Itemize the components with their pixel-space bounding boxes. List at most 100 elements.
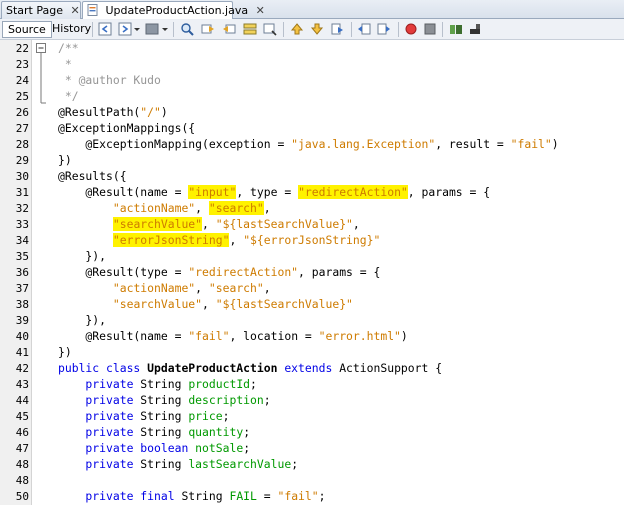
code-token: , params = { bbox=[298, 265, 381, 279]
line-number: 48 bbox=[15, 474, 29, 487]
java-file-icon bbox=[87, 4, 98, 16]
code-text: "actionName", "search", bbox=[58, 201, 271, 215]
code-line[interactable]: 29}) bbox=[0, 152, 624, 168]
code-line[interactable]: 26 @ResultPath("/") bbox=[0, 104, 624, 120]
comment-icon[interactable] bbox=[449, 22, 463, 36]
code-line[interactable]: 35 }), bbox=[0, 248, 624, 264]
code-line[interactable]: 31 @Result(name = "input", type = "redir… bbox=[0, 184, 624, 200]
code-token: ActionSupport { bbox=[332, 361, 443, 375]
line-number: 40 bbox=[15, 330, 29, 343]
record-macro-icon[interactable] bbox=[404, 22, 418, 36]
toolbar-separator bbox=[92, 22, 93, 37]
code-line[interactable]: 45 private String price; bbox=[0, 408, 624, 424]
code-token: String bbox=[174, 489, 230, 503]
line-number: 34 bbox=[15, 234, 29, 247]
code-line[interactable]: 47 private boolean notSale; bbox=[0, 440, 624, 456]
code-token: * bbox=[58, 57, 72, 71]
uncomment-icon[interactable] bbox=[468, 22, 482, 36]
tab-update-product-action[interactable]: UpdateProductAction.java ✕ bbox=[82, 1, 265, 20]
code-token: private boolean bbox=[58, 441, 189, 455]
toggle-bookmark-icon[interactable] bbox=[330, 22, 344, 36]
code-line[interactable]: 36 @Result(type = "redirectAction", para… bbox=[0, 264, 624, 280]
code-token: "java.lang.Exception" bbox=[291, 137, 436, 151]
dropdown-icon[interactable] bbox=[161, 22, 169, 36]
code-token: "actionName" bbox=[112, 201, 196, 215]
code-text: /** bbox=[58, 41, 79, 55]
code-line[interactable]: 22 /** bbox=[0, 40, 624, 56]
shift-left-icon[interactable] bbox=[357, 22, 371, 36]
code-line[interactable]: 50 private final String FAIL = "fail"; bbox=[0, 488, 624, 504]
code-text: */ bbox=[58, 89, 79, 103]
code-line[interactable]: 28 @ExceptionMapping(exception = "java.l… bbox=[0, 136, 624, 152]
dropdown-icon[interactable] bbox=[133, 22, 141, 36]
tab-history[interactable]: History bbox=[47, 21, 96, 38]
tab-source[interactable]: Source bbox=[2, 21, 52, 38]
code-token: "search" bbox=[208, 201, 264, 215]
code-line[interactable]: 33 "searchValue", "${lastSearchValue}", bbox=[0, 216, 624, 232]
find-previous-icon[interactable] bbox=[201, 22, 215, 36]
code-line[interactable]: 40 @Result(name = "fail", location = "er… bbox=[0, 328, 624, 344]
code-line[interactable]: 24 * @author Kudo bbox=[0, 72, 624, 88]
code-token: @Result(name = bbox=[58, 185, 189, 199]
tab-start-page[interactable]: Start Page ✕ bbox=[1, 1, 81, 19]
code-editor[interactable]: 22/** 23 * 24 * @author Kudo 25 */26 @Result… bbox=[0, 40, 624, 505]
code-line[interactable]: 37 "actionName", "search", bbox=[0, 280, 624, 296]
code-line[interactable]: 48 bbox=[0, 472, 624, 488]
find-next-icon[interactable] bbox=[222, 22, 236, 36]
code-line[interactable]: 42 public class UpdateProductAction exten… bbox=[0, 360, 624, 376]
code-line[interactable]: 23 * bbox=[0, 56, 624, 72]
code-token: "${lastSearchValue}" bbox=[215, 217, 353, 231]
code-token: , params = { bbox=[407, 185, 491, 199]
stop-macro-icon[interactable] bbox=[423, 22, 437, 36]
line-number: 31 bbox=[15, 186, 29, 199]
code-line[interactable]: 41}) bbox=[0, 344, 624, 360]
code-token: "redirectAction" bbox=[298, 185, 408, 199]
shift-right-icon[interactable] bbox=[377, 22, 391, 36]
code-text: @ExceptionMapping(exception = "java.lang… bbox=[58, 137, 558, 151]
code-token: /** bbox=[58, 41, 79, 55]
history-icon[interactable] bbox=[145, 22, 159, 36]
code-line[interactable]: 44 private String description; bbox=[0, 392, 624, 408]
code-line[interactable]: 34 "errorJsonString", "${errorJsonString… bbox=[0, 232, 624, 248]
find-selection-icon[interactable] bbox=[263, 22, 277, 36]
toggle-highlight-icon[interactable] bbox=[243, 22, 257, 36]
code-line[interactable]: 43 private String productId; bbox=[0, 376, 624, 392]
code-line[interactable]: 30 @Results({ bbox=[0, 168, 624, 184]
code-token: "error.html" bbox=[318, 329, 401, 343]
line-number: 44 bbox=[15, 394, 29, 407]
line-number: 29 bbox=[15, 154, 29, 167]
code-token: String bbox=[133, 409, 189, 423]
code-token: , bbox=[202, 297, 216, 311]
code-token: , bbox=[263, 201, 271, 215]
line-number: 46 bbox=[15, 426, 29, 439]
code-line[interactable]: 25 */ bbox=[0, 88, 624, 104]
code-token: UpdateProductAction bbox=[147, 361, 278, 375]
code-text: @ExceptionMappings({ bbox=[58, 121, 195, 135]
code-text: * @author Kudo bbox=[58, 73, 161, 87]
code-token: @Results({ bbox=[58, 169, 127, 183]
back-icon[interactable] bbox=[98, 22, 112, 36]
toolbar-separator bbox=[351, 22, 352, 37]
code-line[interactable]: 38 "searchValue", "${lastSearchValue}" bbox=[0, 296, 624, 312]
code-line[interactable]: 39 }), bbox=[0, 312, 624, 328]
line-number: 24 bbox=[15, 74, 29, 87]
forward-icon[interactable] bbox=[118, 22, 132, 36]
line-number: 28 bbox=[15, 138, 29, 151]
code-token: ; bbox=[291, 457, 299, 471]
previous-bookmark-icon[interactable] bbox=[290, 22, 304, 36]
code-token: , bbox=[352, 217, 360, 231]
code-line[interactable]: 48 private String lastSearchValue; bbox=[0, 456, 624, 472]
code-text: "searchValue", "${lastSearchValue}" bbox=[58, 297, 353, 311]
close-icon[interactable]: ✕ bbox=[256, 4, 265, 17]
code-text: private String quantity; bbox=[58, 425, 250, 439]
code-line[interactable]: 32 "actionName", "search", bbox=[0, 200, 624, 216]
close-icon[interactable]: ✕ bbox=[71, 4, 80, 17]
code-token: private bbox=[58, 409, 134, 423]
next-bookmark-icon[interactable] bbox=[310, 22, 324, 36]
code-line[interactable]: 46 private String quantity; bbox=[0, 424, 624, 440]
find-icon[interactable] bbox=[180, 22, 194, 36]
code-line[interactable]: 27 @ExceptionMappings({ bbox=[0, 120, 624, 136]
line-number: 41 bbox=[15, 346, 29, 359]
code-token: , bbox=[202, 217, 216, 231]
